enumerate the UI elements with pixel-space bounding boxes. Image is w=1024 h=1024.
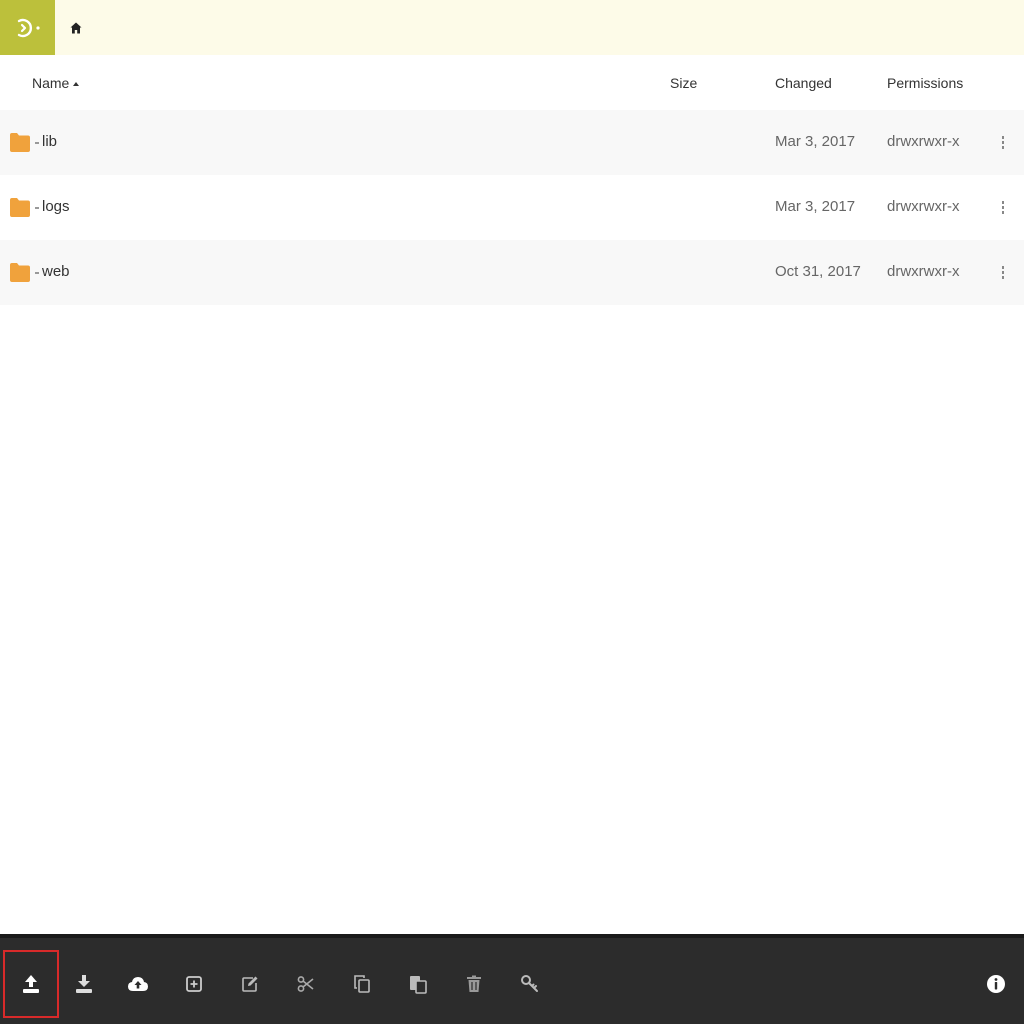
download-icon — [76, 975, 92, 993]
folder-icon — [10, 133, 30, 152]
file-permissions: drwxrwxr-x — [887, 263, 960, 280]
copy-icon — [354, 975, 370, 993]
edit-button[interactable] — [222, 950, 278, 1018]
edit-icon — [242, 976, 258, 992]
file-name[interactable]: lib — [42, 133, 57, 150]
app-logo-icon[interactable] — [0, 0, 55, 55]
cloud-upload-button[interactable] — [110, 950, 166, 1018]
upload-button[interactable] — [3, 950, 59, 1018]
file-changed: Oct 31, 2017 — [775, 263, 861, 280]
bottom-toolbar — [0, 934, 1024, 1024]
table-header: Name Size Changed Permissions — [0, 60, 1024, 106]
sort-ascending-icon — [73, 81, 80, 86]
file-changed: Mar 3, 2017 — [775, 133, 856, 150]
table-row[interactable]: lib Mar 3, 2017 drwxrwxr-x — [0, 110, 1024, 175]
column-header-name-label: Name — [32, 75, 70, 91]
home-icon[interactable] — [69, 21, 83, 35]
file-manager-page: Name Size Changed Permissions lib Mar 3,… — [0, 0, 1024, 1024]
cloud-upload-icon — [128, 977, 148, 991]
permissions-button[interactable] — [502, 950, 558, 1018]
key-icon — [521, 975, 538, 992]
file-name[interactable]: logs — [42, 198, 70, 215]
copy-button[interactable] — [334, 950, 390, 1018]
folder-icon — [10, 263, 30, 282]
paste-icon — [410, 976, 427, 994]
top-bar — [0, 0, 1024, 55]
row-bullet — [35, 142, 39, 144]
file-list: lib Mar 3, 2017 drwxrwxr-x logs Mar 3, 2… — [0, 110, 1024, 305]
file-permissions: drwxrwxr-x — [887, 133, 960, 150]
delete-button[interactable] — [446, 950, 502, 1018]
folder-icon — [10, 198, 30, 217]
new-folder-button[interactable] — [166, 950, 222, 1018]
table-row[interactable]: logs Mar 3, 2017 drwxrwxr-x — [0, 175, 1024, 240]
row-bullet — [35, 272, 39, 274]
column-header-permissions[interactable]: Permissions — [887, 75, 963, 91]
column-header-changed[interactable]: Changed — [775, 75, 832, 91]
file-changed: Mar 3, 2017 — [775, 198, 856, 215]
upload-icon — [23, 975, 39, 993]
more-options-icon[interactable] — [998, 262, 1008, 282]
file-name[interactable]: web — [42, 263, 70, 280]
info-icon — [987, 975, 1005, 993]
info-button[interactable] — [968, 950, 1024, 1018]
scissors-icon — [297, 976, 314, 992]
row-bullet — [35, 207, 39, 209]
table-row[interactable]: web Oct 31, 2017 drwxrwxr-x — [0, 240, 1024, 305]
paste-button[interactable] — [390, 950, 446, 1018]
more-options-icon[interactable] — [998, 197, 1008, 217]
column-header-name[interactable]: Name — [32, 75, 80, 91]
trash-icon — [467, 975, 481, 992]
download-button[interactable] — [56, 950, 112, 1018]
add-box-icon — [186, 976, 202, 992]
column-header-size[interactable]: Size — [670, 75, 697, 91]
more-options-icon[interactable] — [998, 132, 1008, 152]
cut-button[interactable] — [278, 950, 334, 1018]
file-permissions: drwxrwxr-x — [887, 198, 960, 215]
